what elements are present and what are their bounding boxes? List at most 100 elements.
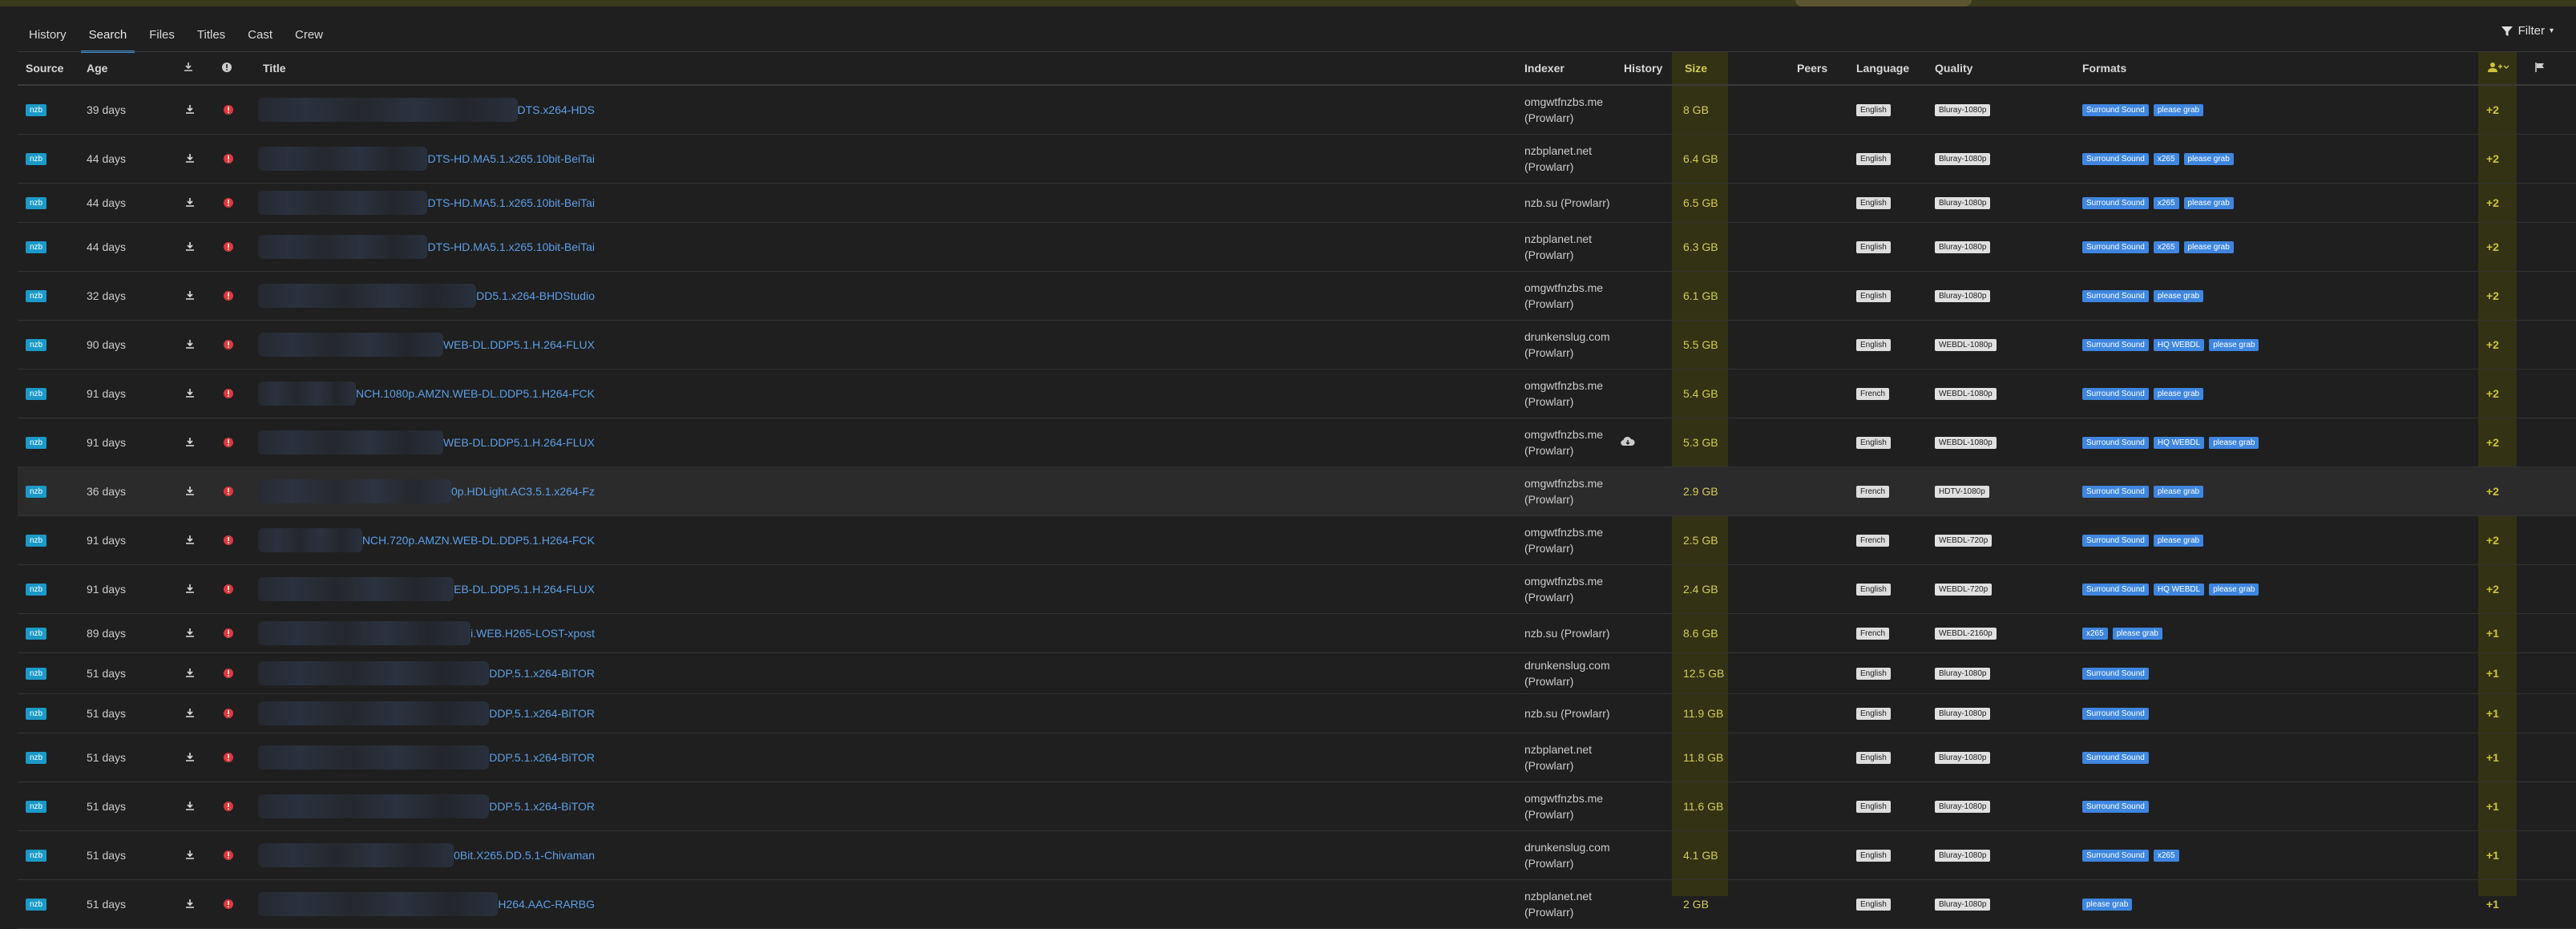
- table-row[interactable]: nzb 89 days i.WEB.H265-LOST-xpost nzb.su…: [18, 614, 2576, 653]
- download-icon[interactable]: [184, 272, 196, 320]
- release-title-link[interactable]: WEB-DL.DDP5.1.H.264-FLUX: [443, 338, 595, 351]
- rejection-icon[interactable]: [223, 321, 234, 369]
- rejection-icon[interactable]: [223, 86, 234, 134]
- tab-titles[interactable]: Titles: [186, 21, 236, 51]
- release-title-link[interactable]: DTS-HD.MA5.1.x265.10bit-BeiTai: [427, 196, 595, 209]
- release-title-link[interactable]: WEB-DL.DDP5.1.H.264-FLUX: [443, 436, 595, 449]
- download-icon[interactable]: [184, 782, 196, 830]
- rejection-icon[interactable]: [223, 565, 234, 613]
- table-row[interactable]: nzb 44 days DTS-HD.MA5.1.x265.10bit-BeiT…: [18, 135, 2576, 184]
- header-age[interactable]: Age: [87, 62, 107, 75]
- table-row[interactable]: nzb 91 days WEB-DL.DDP5.1.H.264-FLUX omg…: [18, 418, 2576, 467]
- table-row[interactable]: nzb 36 days 0p.HDLight.AC3.5.1.x264-Fz o…: [18, 467, 2576, 516]
- age-cell: 51 days: [87, 849, 127, 862]
- table-row[interactable]: nzb 44 days DTS-HD.MA5.1.x265.10bit-BeiT…: [18, 184, 2576, 223]
- tab-search[interactable]: Search: [78, 21, 139, 53]
- release-title-link[interactable]: EB-DL.DDP5.1.H.264-FLUX: [454, 583, 595, 596]
- release-title-link[interactable]: DDP.5.1.x264-BiTOR: [489, 667, 595, 680]
- release-title-link[interactable]: NCH.1080p.AMZN.WEB-DL.DDP5.1.H264-FCK: [356, 387, 595, 400]
- source-badge: nzb: [26, 667, 47, 680]
- table-row[interactable]: nzb 90 days WEB-DL.DDP5.1.H.264-FLUX dru…: [18, 321, 2576, 370]
- header-peers[interactable]: Peers: [1797, 62, 1827, 75]
- rejection-icon[interactable]: [223, 516, 234, 564]
- release-title-link[interactable]: DTS-HD.MA5.1.x265.10bit-BeiTai: [427, 152, 595, 165]
- rejection-icon[interactable]: [223, 370, 234, 418]
- release-title-link[interactable]: H264.AAC-RARBG: [498, 898, 595, 911]
- release-title-link[interactable]: DDP.5.1.x264-BiTOR: [489, 751, 595, 764]
- flag-icon[interactable]: [2534, 62, 2546, 75]
- download-icon[interactable]: [184, 733, 196, 782]
- rejection-icon[interactable]: [223, 467, 234, 515]
- release-title-link[interactable]: DDP.5.1.x264-BiTOR: [489, 707, 595, 720]
- cloud-download-icon[interactable]: [1621, 436, 1635, 450]
- header-size[interactable]: Size: [1685, 62, 1707, 75]
- header-source[interactable]: Source: [26, 62, 63, 75]
- release-title-link[interactable]: DD5.1.x264-BHDStudio: [476, 289, 595, 302]
- header-title[interactable]: Title: [263, 62, 286, 75]
- table-row[interactable]: nzb 44 days DTS-HD.MA5.1.x265.10bit-BeiT…: [18, 223, 2576, 272]
- download-icon[interactable]: [184, 694, 196, 733]
- rejection-icon[interactable]: [223, 223, 234, 271]
- header-language[interactable]: Language: [1856, 62, 1909, 75]
- download-icon[interactable]: [184, 418, 196, 467]
- rejection-icon[interactable]: [223, 614, 234, 652]
- user-plus-icon[interactable]: [2488, 62, 2509, 75]
- release-title-link[interactable]: i.WEB.H265-LOST-xpost: [470, 627, 595, 640]
- download-icon[interactable]: [184, 565, 196, 613]
- release-title-link[interactable]: DTS.x264-HDS: [518, 103, 595, 116]
- download-icon[interactable]: [184, 831, 196, 879]
- header-indexer[interactable]: Indexer: [1524, 62, 1565, 75]
- rejection-icon[interactable]: [223, 418, 234, 467]
- release-title-link[interactable]: 0Bit.X265.DD.5.1-Chivaman: [454, 849, 595, 862]
- release-title-link[interactable]: NCH.720p.AMZN.WEB-DL.DDP5.1.H264-FCK: [362, 534, 595, 547]
- filter-button[interactable]: Filter ▾: [2501, 24, 2554, 38]
- download-icon[interactable]: [184, 86, 196, 134]
- age-cell: 51 days: [87, 751, 127, 764]
- table-row[interactable]: nzb 51 days DDP.5.1.x264-BiTOR omgwtfnzb…: [18, 782, 2576, 831]
- rejection-icon[interactable]: [223, 733, 234, 782]
- download-icon[interactable]: [184, 135, 196, 183]
- blurred-title: [258, 430, 443, 454]
- table-row[interactable]: nzb 51 days DDP.5.1.x264-BiTOR nzbplanet…: [18, 733, 2576, 782]
- table-row[interactable]: nzb 51 days DDP.5.1.x264-BiTOR nzb.su (P…: [18, 694, 2576, 733]
- rejection-icon[interactable]: [223, 782, 234, 830]
- download-icon[interactable]: [184, 467, 196, 515]
- rejection-icon[interactable]: [223, 184, 234, 222]
- table-row[interactable]: nzb 91 days NCH.720p.AMZN.WEB-DL.DDP5.1.…: [18, 516, 2576, 565]
- release-title-link[interactable]: 0p.HDLight.AC3.5.1.x264-Fz: [451, 485, 595, 498]
- format-badge: please grab: [2183, 152, 2234, 165]
- quality-badge: Bluray-1080p: [1935, 196, 1991, 209]
- download-icon[interactable]: [184, 223, 196, 271]
- table-row[interactable]: nzb 51 days 0Bit.X265.DD.5.1-Chivaman dr…: [18, 831, 2576, 880]
- download-icon[interactable]: [184, 516, 196, 564]
- rejection-icon[interactable]: [223, 694, 234, 733]
- rejection-icon[interactable]: [223, 831, 234, 879]
- download-icon[interactable]: [184, 880, 196, 928]
- download-icon[interactable]: [184, 614, 196, 652]
- release-title-link[interactable]: DTS-HD.MA5.1.x265.10bit-BeiTai: [427, 240, 595, 253]
- download-icon[interactable]: [184, 370, 196, 418]
- header-quality[interactable]: Quality: [1935, 62, 1972, 75]
- download-icon[interactable]: [184, 184, 196, 222]
- table-row[interactable]: nzb 91 days NCH.1080p.AMZN.WEB-DL.DDP5.1…: [18, 370, 2576, 418]
- rejection-icon[interactable]: [223, 272, 234, 320]
- score-cell: +1: [2486, 849, 2499, 862]
- rejection-icon[interactable]: [223, 135, 234, 183]
- rejection-icon[interactable]: [223, 880, 234, 928]
- tab-crew[interactable]: Crew: [284, 21, 334, 51]
- tab-files[interactable]: Files: [138, 21, 186, 51]
- header-formats[interactable]: Formats: [2082, 62, 2126, 75]
- table-row[interactable]: nzb 39 days DTS.x264-HDS omgwtfnzbs.me (P…: [18, 86, 2576, 135]
- table-row[interactable]: nzb 32 days DD5.1.x264-BHDStudio omgwtfn…: [18, 272, 2576, 321]
- header-history[interactable]: History: [1624, 62, 1662, 75]
- table-row[interactable]: nzb 51 days H264.AAC-RARBG nzbplanet.net…: [18, 880, 2576, 929]
- table-row[interactable]: nzb 91 days EB-DL.DDP5.1.H.264-FLUX omgw…: [18, 565, 2576, 614]
- download-icon[interactable]: [184, 321, 196, 369]
- tab-history[interactable]: History: [18, 21, 78, 51]
- table-row[interactable]: nzb 51 days DDP.5.1.x264-BiTOR drunkensl…: [18, 653, 2576, 694]
- release-title-link[interactable]: DDP.5.1.x264-BiTOR: [489, 800, 595, 813]
- tab-cast[interactable]: Cast: [236, 21, 284, 51]
- download-icon[interactable]: [184, 653, 196, 693]
- rejection-icon[interactable]: [223, 653, 234, 693]
- source-badge: nzb: [26, 387, 47, 400]
